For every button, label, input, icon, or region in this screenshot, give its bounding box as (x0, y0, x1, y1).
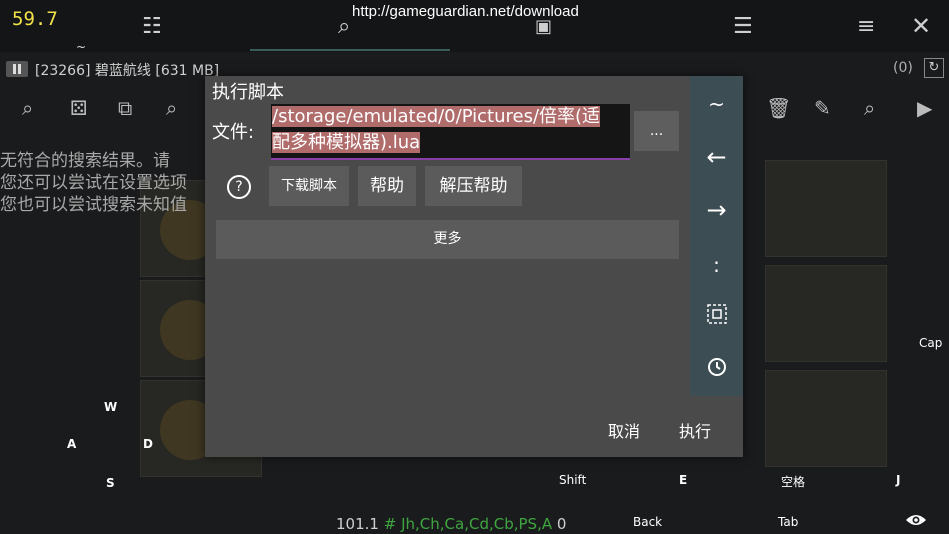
side-key-panel (690, 76, 743, 396)
process-label[interactable]: [23266] 碧蓝航线 [631 MB] (35, 60, 219, 80)
select-all-icon[interactable] (690, 304, 743, 329)
key-e[interactable]: E (679, 473, 687, 487)
help-button[interactable]: 帮助 (358, 166, 416, 206)
search-message: 您也可以尝试搜索未知值 (0, 195, 187, 215)
eye-icon[interactable] (905, 512, 927, 528)
cancel-button[interactable]: 取消 (608, 418, 640, 442)
history-icon[interactable] (690, 356, 743, 383)
key-s[interactable]: S (106, 476, 115, 490)
close-icon[interactable]: ✕ (911, 12, 931, 40)
key-space[interactable]: 空格 (781, 473, 805, 490)
key-j[interactable]: J (896, 473, 900, 487)
colon-key[interactable]: : (690, 253, 743, 277)
key-w[interactable]: W (104, 400, 117, 414)
edit-icon[interactable]: ✎ (814, 96, 831, 120)
file-path-value[interactable]: /storage/emulated/0/Pictures/倍率(适 配多种模拟器… (272, 104, 601, 156)
active-tab-indicator (250, 49, 450, 51)
execute-button[interactable]: 执行 (679, 418, 711, 442)
arrow-right-key[interactable]: → (690, 196, 743, 224)
download-url[interactable]: http://gameguardian.net/download (352, 3, 579, 20)
select-icon[interactable]: ⧉ (118, 96, 132, 120)
delete-icon[interactable]: 🗑 (766, 96, 791, 120)
bg-card (765, 265, 887, 362)
key-a[interactable]: A (67, 437, 76, 451)
key-d[interactable]: D (143, 437, 153, 451)
download-script-button[interactable]: 下载脚本 (269, 166, 349, 206)
file-path-line1: /storage/emulated/0/Pictures/倍率(适 (272, 106, 601, 127)
arrow-left-key[interactable]: ← (690, 143, 743, 171)
bg-card (765, 370, 887, 467)
key-shift[interactable]: Shift (559, 473, 586, 487)
refresh-icon[interactable]: ↻ (924, 58, 944, 78)
status-types: Jh,Ch,Ca,Cd,Cb,PS,A (401, 515, 553, 533)
status-count: 0 (556, 515, 567, 533)
dice-icon[interactable]: ⚄ (70, 96, 87, 120)
result-count: (0) (893, 60, 913, 76)
key-tab[interactable]: Tab (778, 515, 798, 529)
tilde-label: ~ (76, 40, 87, 54)
fuzzy-search-icon[interactable]: ⌕ (22, 96, 33, 120)
file-path-line2: 配多种模拟器).lua (272, 132, 421, 153)
browse-button[interactable]: ... (634, 111, 679, 151)
play-icon[interactable]: ▶ (917, 96, 932, 120)
status-hash: # (383, 515, 397, 533)
search-icon[interactable]: ⌕ (864, 96, 875, 120)
key-back[interactable]: Back (633, 515, 662, 529)
pause-icon[interactable] (6, 61, 28, 77)
status-line: 101.1 # Jh,Ch,Ca,Cd,Cb,PS,A 0 (336, 515, 566, 533)
list-icon[interactable]: ☰ (733, 14, 753, 39)
fps-counter: 59.7 (12, 8, 58, 30)
key-cap[interactable]: Cap (919, 336, 942, 350)
bg-card (765, 160, 887, 257)
unzip-help-button[interactable]: 解压帮助 (425, 166, 522, 206)
menu-icon[interactable]: ≡ (857, 14, 875, 39)
search-icon[interactable]: ⌕ (338, 14, 350, 39)
sliders-icon[interactable]: ☷ (142, 14, 162, 39)
question-icon[interactable]: ? (227, 175, 251, 199)
file-label: 文件: (212, 122, 255, 143)
status-value: 101.1 (336, 515, 379, 533)
dialog-title: 执行脚本 (212, 82, 284, 103)
more-button[interactable]: 更多 (216, 220, 679, 259)
search-check-icon[interactable]: ⌕ (166, 96, 177, 120)
tilde-key[interactable]: ~ (690, 92, 743, 116)
